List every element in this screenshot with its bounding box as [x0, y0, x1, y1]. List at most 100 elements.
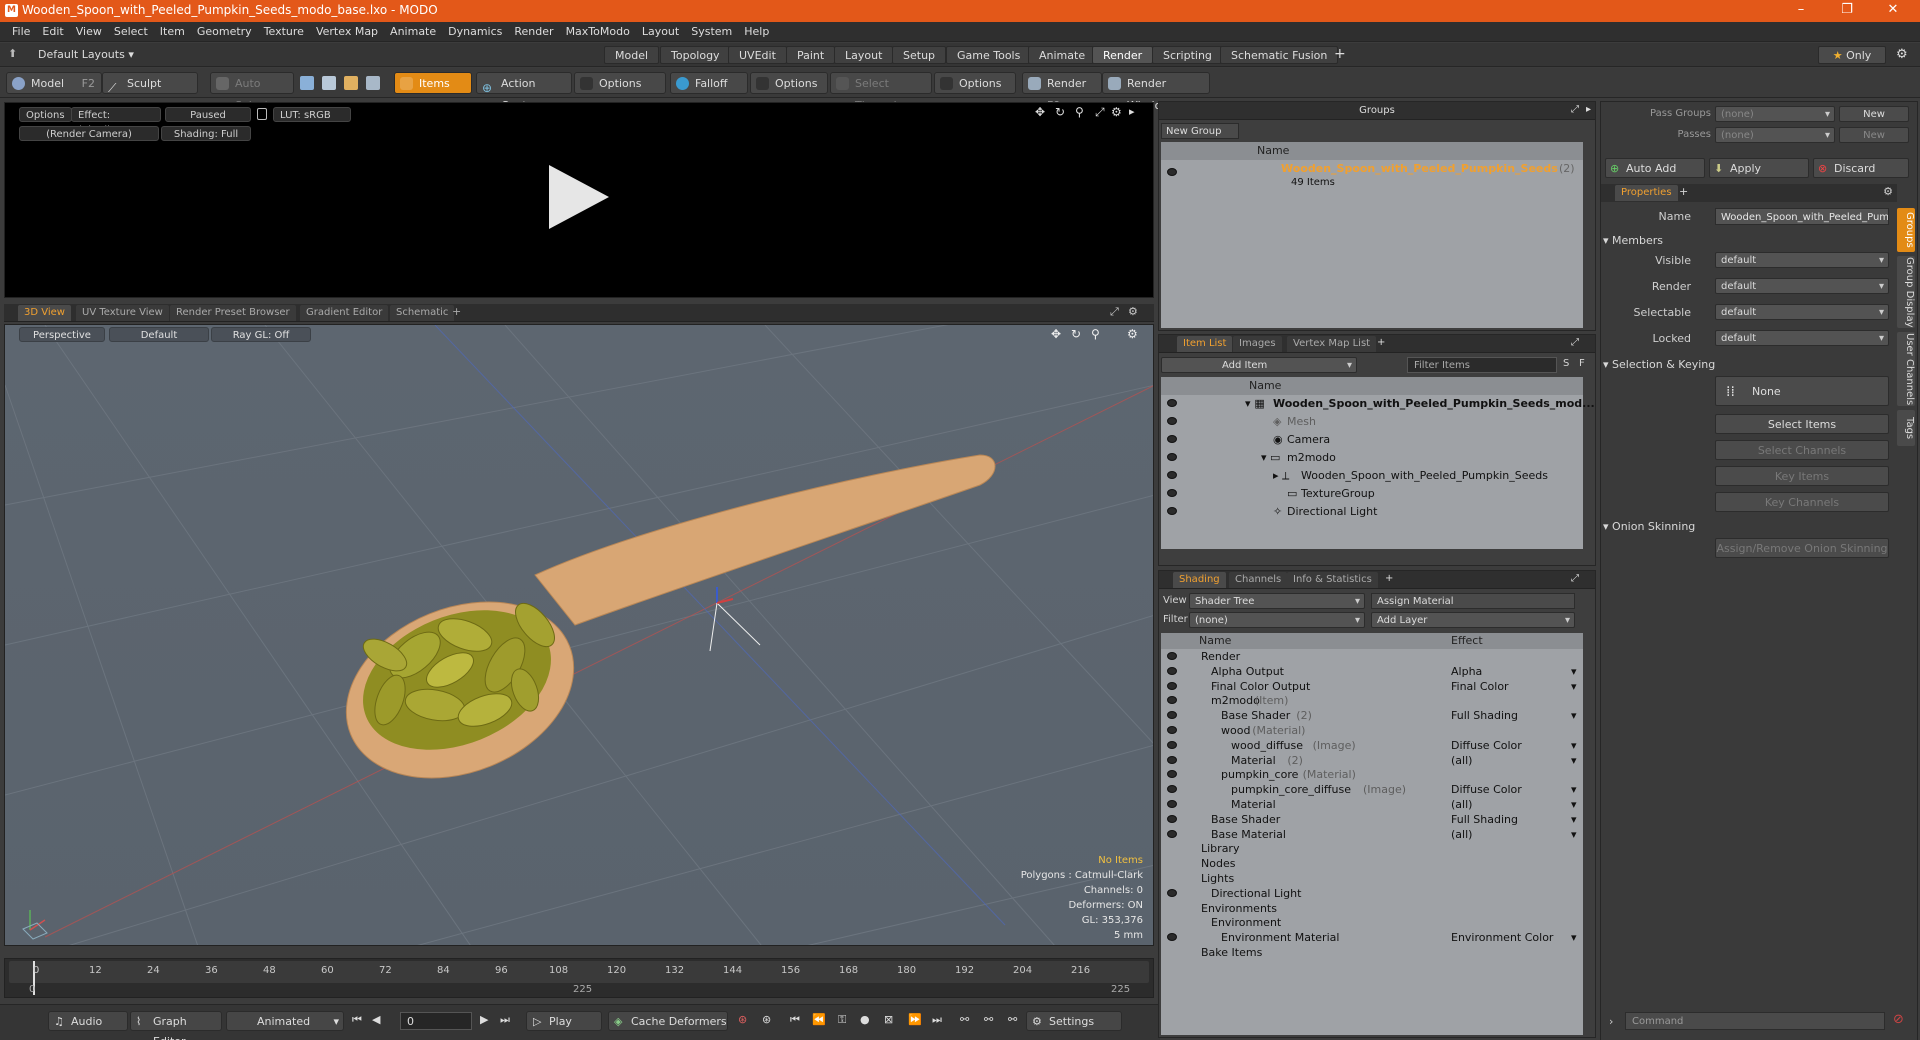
- shader-row[interactable]: Library: [1161, 841, 1583, 856]
- eye-icon[interactable]: [1167, 666, 1177, 675]
- apply-button[interactable]: ⬇ Apply: [1709, 158, 1809, 178]
- chevron-down-icon[interactable]: ▾: [1571, 782, 1577, 797]
- menu-render[interactable]: Render: [514, 22, 553, 42]
- menu-edit[interactable]: Edit: [42, 22, 63, 42]
- tree-item-texturegroup[interactable]: ▭ TextureGroup: [1161, 485, 1583, 503]
- tree-item-scene[interactable]: ▾ ▦ Wooden_Spoon_with_Peeled_Pumpkin_Seed…: [1161, 395, 1595, 413]
- new-pass-group-button[interactable]: New: [1839, 106, 1909, 122]
- model-mode-button[interactable]: Model F2: [6, 72, 102, 94]
- zoom-icon[interactable]: ⚲: [1075, 105, 1084, 119]
- eye-icon[interactable]: [1167, 435, 1177, 443]
- shader-item-effect[interactable]: Final Color: [1451, 679, 1509, 694]
- selection-keying-section[interactable]: ▾ Selection & Keying: [1603, 358, 1715, 371]
- eye-icon[interactable]: [1167, 726, 1177, 734]
- menu-select[interactable]: Select: [114, 22, 148, 42]
- viewport-scene[interactable]: [5, 325, 1154, 946]
- shader-item-effect[interactable]: Full Shading: [1451, 708, 1518, 723]
- discard-button[interactable]: ⊗ Discard: [1813, 158, 1909, 178]
- chevron-down-icon[interactable]: ▾: [1571, 738, 1577, 753]
- viewport-settings-icon[interactable]: ⚙: [1127, 327, 1138, 341]
- paused-toggle[interactable]: Paused: [165, 107, 251, 122]
- next-key-step-icon[interactable]: ⏩: [908, 1013, 922, 1026]
- falloff-options-button[interactable]: Options: [750, 72, 828, 94]
- minimize-button[interactable]: –: [1786, 2, 1816, 17]
- eye-icon[interactable]: [1167, 740, 1177, 749]
- viewport-maximize-icon[interactable]: ⤢: [1110, 305, 1119, 319]
- add-viewport-tab-button[interactable]: +: [452, 305, 461, 318]
- shader-row[interactable]: Base Shader Full Shading ▾: [1161, 812, 1583, 827]
- new-group-button[interactable]: New Group: [1161, 123, 1239, 139]
- eye-icon[interactable]: [1167, 696, 1177, 705]
- tab-3d-view[interactable]: 3D View: [18, 305, 71, 321]
- add-layout-tab-button[interactable]: +: [1334, 46, 1346, 62]
- select-through-button[interactable]: Select Through: [830, 72, 932, 112]
- tab-images[interactable]: Images: [1233, 336, 1282, 352]
- render-dropdown[interactable]: default: [1715, 278, 1889, 295]
- sculpt-button[interactable]: ⟋ Sculpt: [102, 72, 198, 95]
- 3d-viewport[interactable]: Perspective Default Ray GL: Off ✥ ↻ ⚲ ⚙ …: [4, 324, 1154, 946]
- eye-icon[interactable]: [1167, 453, 1177, 461]
- tree-item-mesh[interactable]: ◈ Mesh: [1161, 413, 1583, 431]
- side-tab-tags[interactable]: Tags: [1897, 410, 1915, 446]
- tab-gradient-editor[interactable]: Gradient Editor: [300, 305, 389, 321]
- chevron-down-icon[interactable]: ▾: [1571, 797, 1577, 812]
- shader-item-effect[interactable]: (all): [1451, 827, 1472, 842]
- menu-layout[interactable]: Layout: [642, 22, 679, 42]
- filter-items-input[interactable]: Filter Items: [1407, 357, 1557, 373]
- eye-icon[interactable]: [1167, 711, 1177, 720]
- polygons-mode-icon[interactable]: [344, 76, 358, 90]
- pan-icon[interactable]: ✥: [1035, 105, 1045, 119]
- render-camera-dropdown[interactable]: (Render Camera): [19, 126, 159, 141]
- close-button[interactable]: ✕: [1878, 2, 1908, 17]
- channel-extra-icon[interactable]: ⚯: [1008, 1013, 1017, 1026]
- gear-icon[interactable]: ⚙: [1896, 47, 1908, 62]
- cache-deformers-button[interactable]: ◈ Cache Deformers: [608, 1011, 728, 1031]
- shader-item-effect[interactable]: Full Shading: [1451, 812, 1518, 827]
- side-tab-group-display[interactable]: Group Display: [1897, 256, 1915, 328]
- eye-icon[interactable]: [1167, 800, 1177, 808]
- panel-maximize-icon[interactable]: ⤢: [1571, 573, 1579, 584]
- pass-groups-dropdown[interactable]: (none): [1715, 106, 1835, 123]
- ray-gl-toggle[interactable]: Ray GL: Off: [211, 327, 311, 342]
- tree-item-spoon[interactable]: ▸ ⟂ Wooden_Spoon_with_Peeled_Pumpkin_Seed…: [1161, 467, 1583, 485]
- tab-game-tools[interactable]: Game Tools: [946, 46, 1032, 64]
- tab-animate[interactable]: Animate: [1028, 46, 1097, 64]
- layout-up-icon[interactable]: ⬆: [8, 47, 17, 60]
- shader-row[interactable]: Base Material (all) ▾: [1161, 827, 1583, 842]
- prev-key-step-icon[interactable]: ⏪: [812, 1013, 826, 1026]
- side-tab-user-channels[interactable]: User Channels: [1897, 332, 1915, 406]
- tab-schematic-fusion[interactable]: Schematic Fusion: [1220, 46, 1339, 64]
- menu-file[interactable]: File: [12, 22, 30, 42]
- menu-texture[interactable]: Texture: [264, 22, 304, 42]
- prev-key-icon[interactable]: ⏮: [790, 1013, 800, 1027]
- menu-item[interactable]: Item: [160, 22, 185, 42]
- add-tab-button[interactable]: +: [1385, 573, 1393, 584]
- eye-icon[interactable]: [1167, 471, 1177, 479]
- effect-dropdown[interactable]: Effect: (Shadi...: [71, 107, 161, 136]
- lock-icon[interactable]: [257, 108, 267, 120]
- tab-shading[interactable]: Shading: [1173, 572, 1226, 588]
- s-toggle[interactable]: S: [1563, 358, 1569, 369]
- select-channels-button[interactable]: Select Channels: [1715, 440, 1889, 460]
- timeline[interactable]: 0 12 24 36 48 60 72 84 96 108 120 132 14…: [4, 958, 1154, 998]
- selectable-dropdown[interactable]: default: [1715, 304, 1889, 321]
- delete-key-icon[interactable]: ⊠: [884, 1013, 893, 1026]
- eye-icon[interactable]: [1167, 829, 1177, 838]
- shader-row[interactable]: Directional Light: [1161, 886, 1583, 901]
- tab-render[interactable]: Render: [1092, 46, 1154, 64]
- shader-item-effect[interactable]: (all): [1451, 753, 1472, 768]
- shader-item-effect[interactable]: Diffuse Color: [1451, 738, 1522, 753]
- chevron-down-icon[interactable]: ▾: [1571, 812, 1577, 827]
- go-to-start-icon[interactable]: ⏮: [352, 1013, 362, 1027]
- shader-row[interactable]: Final Color Output Final Color ▾: [1161, 679, 1583, 694]
- shader-row[interactable]: Lights: [1161, 871, 1583, 886]
- members-section[interactable]: ▾ Members: [1603, 234, 1663, 247]
- tab-schematic[interactable]: Schematic: [390, 305, 455, 321]
- play-icon[interactable]: [543, 161, 613, 231]
- only-toggle[interactable]: ★ Only: [1818, 46, 1886, 64]
- edges-mode-icon[interactable]: [322, 76, 336, 90]
- shader-item-effect[interactable]: (all): [1451, 797, 1472, 812]
- render-button[interactable]: Render F9: [1022, 72, 1102, 112]
- name-field[interactable]: Wooden_Spoon_with_Peeled_Pum: [1715, 208, 1889, 225]
- view-dropdown[interactable]: Shader Tree: [1189, 593, 1365, 610]
